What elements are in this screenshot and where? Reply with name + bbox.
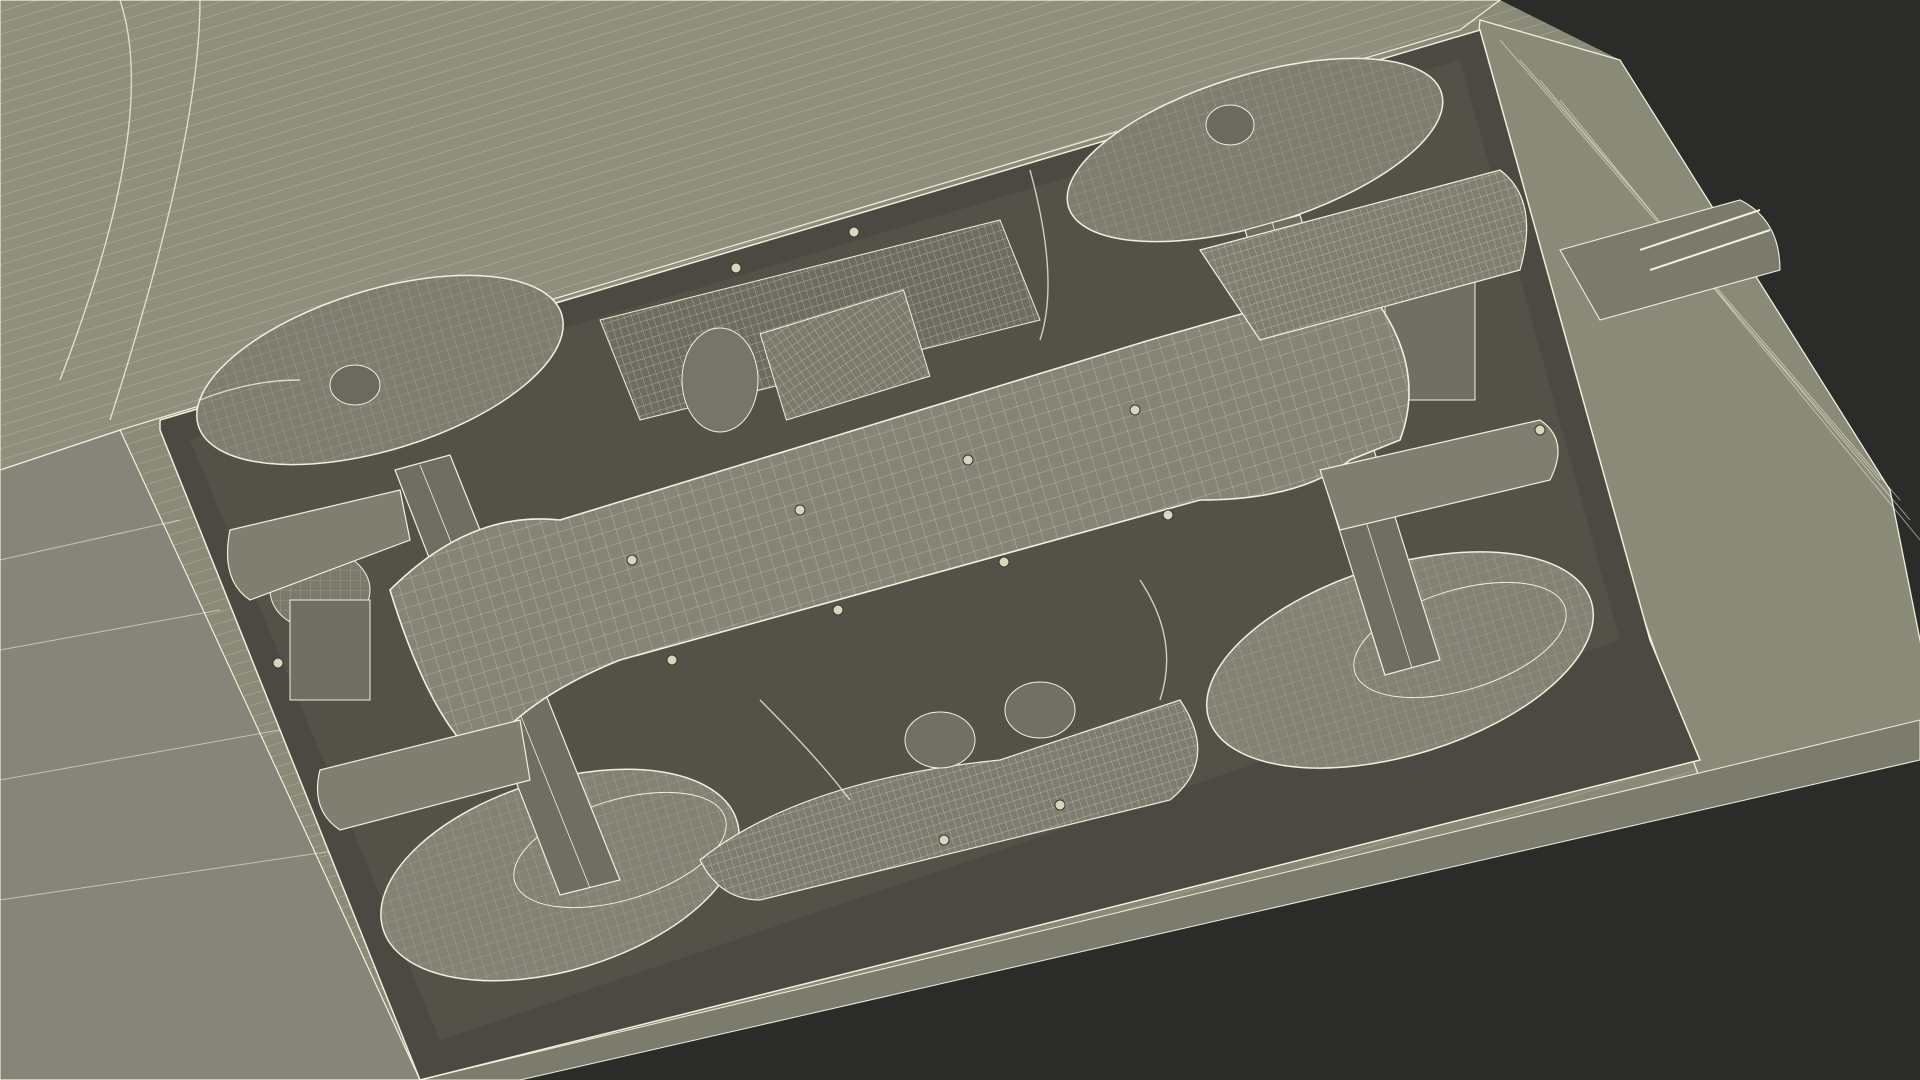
- wireframe-scene: [0, 0, 1920, 1080]
- damper-right: [1004, 681, 1076, 739]
- damper-left: [904, 711, 976, 769]
- render-viewport: [0, 0, 1920, 1080]
